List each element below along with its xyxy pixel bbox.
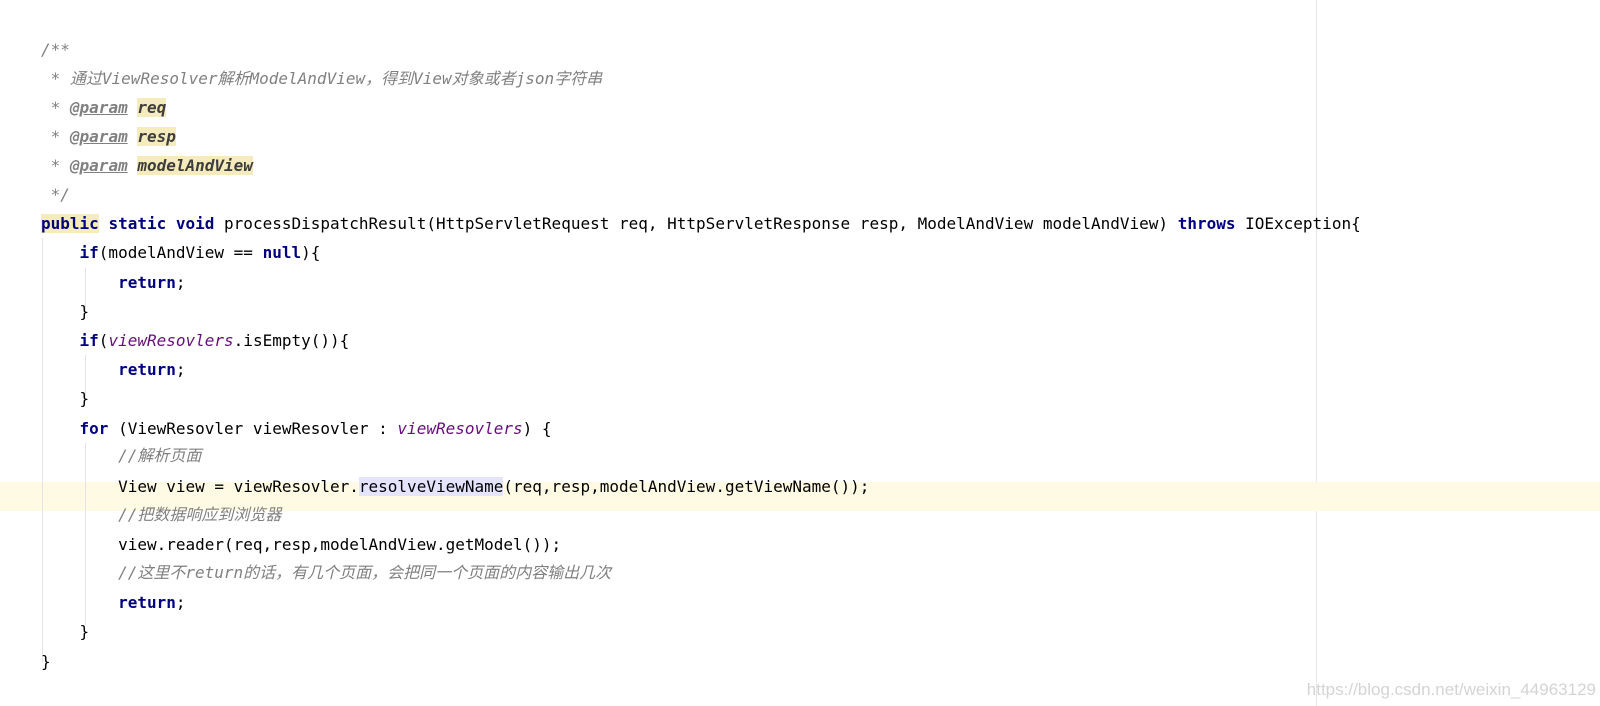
javadoc-description: * 通过ViewResolver解析ModelAndView，得到View对象或… <box>41 69 603 88</box>
javadoc-open: /** <box>41 40 70 59</box>
block-close: } <box>79 302 90 321</box>
comment-line: //这里不return的话，有几个页面，会把同一个页面的内容输出几次 <box>118 563 612 582</box>
if-null-check: if(modelAndView == null){ <box>79 243 321 262</box>
resolve-view-statement: View view = viewResovler.resolveViewName… <box>118 477 870 496</box>
return-statement: return; <box>118 273 186 292</box>
right-margin-guide <box>1316 0 1317 706</box>
return-statement: return; <box>118 593 186 612</box>
method-signature: public static void processDispatchResult… <box>41 214 1361 233</box>
javadoc-param-modelandview: * @param modelAndView <box>41 156 253 175</box>
block-close: } <box>79 622 90 641</box>
watermark: https://blog.csdn.net/weixin_44963129 <box>1306 680 1596 699</box>
comment-line: //把数据响应到浏览器 <box>118 505 282 524</box>
javadoc-param-req: * @param req <box>41 98 167 117</box>
code-editor[interactable]: /** * 通过ViewResolver解析ModelAndView，得到Vie… <box>0 0 1600 706</box>
return-statement: return; <box>118 360 186 379</box>
javadoc-close: */ <box>41 185 70 204</box>
block-close: } <box>79 389 90 408</box>
comment-line: //解析页面 <box>118 446 202 465</box>
method-close: } <box>41 652 51 671</box>
render-view-statement: view.reader(req,resp,modelAndView.getMod… <box>118 535 562 554</box>
for-loop-header: for (ViewResovler viewResovler : viewRes… <box>79 419 552 438</box>
javadoc-param-resp: * @param resp <box>41 127 176 146</box>
if-empty-check: if(viewResovlers.isEmpty()){ <box>79 331 350 350</box>
